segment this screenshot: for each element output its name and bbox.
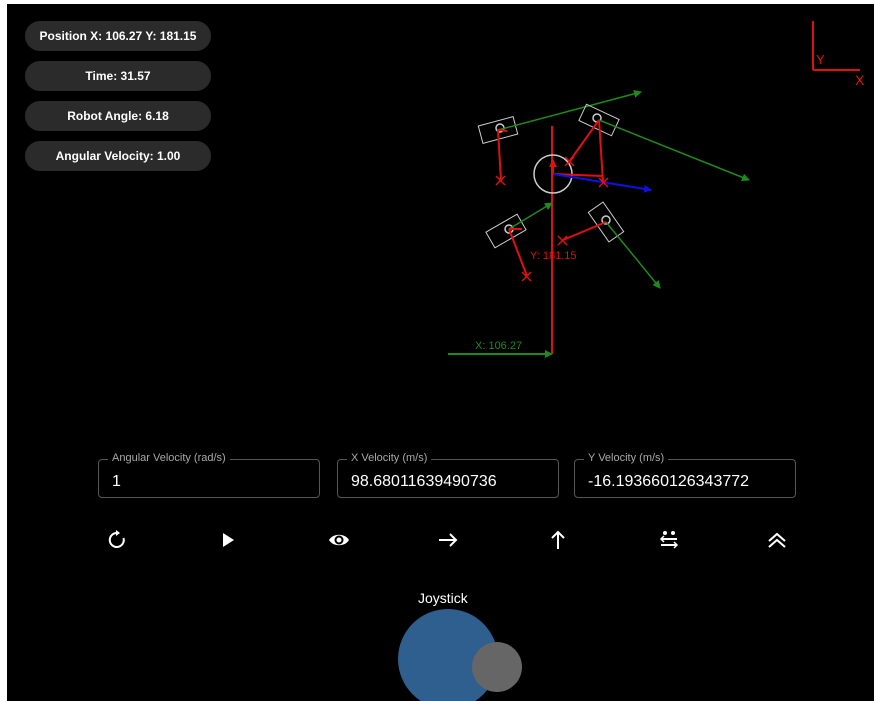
arrow-right-icon xyxy=(439,533,458,547)
angular-velocity-field: Angular Velocity (rad/s) xyxy=(98,452,320,498)
frame-x-label: X xyxy=(855,72,865,88)
angular-velocity-input[interactable] xyxy=(99,460,319,497)
arrow-up-icon xyxy=(551,530,565,549)
simulation-frame: Y X X: 106.27 Y: 181.15 Position X: 106.… xyxy=(7,4,874,701)
reset-icon xyxy=(108,530,125,548)
frame-y-label: Y xyxy=(816,52,825,67)
time-readout: Time: 31.57 xyxy=(25,61,211,91)
position-readout: Position X: 106.27 Y: 181.15 xyxy=(25,21,211,51)
wheel-module-rear-right xyxy=(557,201,661,289)
wheel-module-front-right xyxy=(564,103,750,188)
y-position-readout: Y: 181.15 xyxy=(530,250,577,262)
expand-button[interactable] xyxy=(757,520,797,560)
wheel-module-rear-left xyxy=(485,202,553,282)
double-chevron-up-icon xyxy=(768,532,786,548)
move-y-button[interactable] xyxy=(538,520,578,560)
play-button[interactable] xyxy=(208,520,248,560)
swap-button[interactable] xyxy=(649,520,689,560)
swap-icon xyxy=(659,531,679,549)
joystick-knob[interactable] xyxy=(472,642,522,692)
wheel-module-front-left xyxy=(477,89,642,186)
joystick-title: Joystick xyxy=(418,590,468,606)
y-velocity-input[interactable] xyxy=(575,460,795,497)
view-toggle-button[interactable] xyxy=(319,520,359,560)
robot xyxy=(477,89,750,289)
move-x-button[interactable] xyxy=(428,520,468,560)
reset-button[interactable] xyxy=(97,520,137,560)
x-velocity-field: X Velocity (m/s) xyxy=(337,452,559,498)
coordinate-frame-indicator: Y X xyxy=(812,21,865,88)
y-velocity-field: Y Velocity (m/s) xyxy=(574,452,796,498)
play-icon xyxy=(223,533,234,547)
x-velocity-input[interactable] xyxy=(338,460,558,497)
x-position-readout: X: 106.27 xyxy=(475,340,522,352)
robot-angle-readout: Robot Angle: 6.18 xyxy=(25,101,211,131)
angular-velocity-readout: Angular Velocity: 1.00 xyxy=(25,141,211,171)
eye-icon xyxy=(329,534,349,546)
